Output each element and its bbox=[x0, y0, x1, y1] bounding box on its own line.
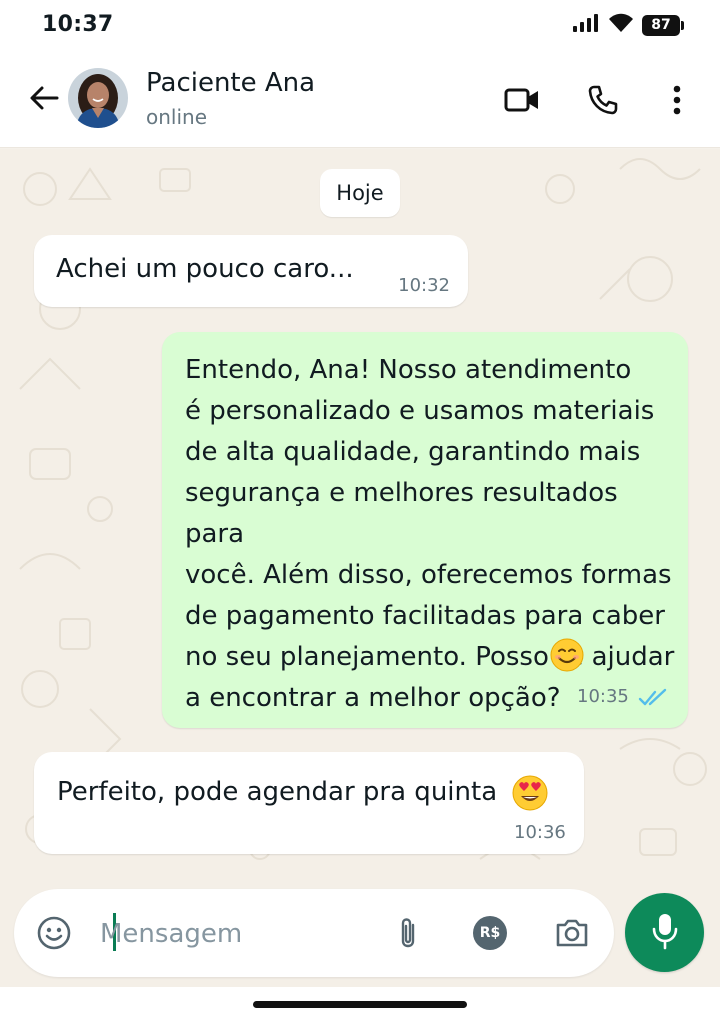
payment-badge-label: R$ bbox=[479, 925, 501, 941]
video-call-icon[interactable] bbox=[502, 80, 542, 120]
chat-header: Paciente Ana online bbox=[0, 52, 720, 148]
message-text: Perfeito, pode agendar pra quinta bbox=[57, 777, 498, 807]
message-time: 10:36 bbox=[514, 822, 566, 843]
smiling-face-emoji bbox=[550, 638, 584, 676]
attach-icon[interactable] bbox=[388, 913, 428, 953]
battery-icon: 87 bbox=[642, 14, 684, 36]
message-text: Entendo, Ana! Nosso atendimento é person… bbox=[185, 355, 675, 713]
message-time: 10:35 bbox=[577, 686, 629, 707]
date-chip: Hoje bbox=[320, 169, 400, 217]
contact-status: online bbox=[146, 105, 208, 129]
phone-icon[interactable] bbox=[583, 80, 623, 120]
home-indicator[interactable] bbox=[253, 1001, 467, 1008]
emoji-icon[interactable] bbox=[34, 913, 74, 953]
contact-name[interactable]: Paciente Ana bbox=[146, 68, 315, 98]
message-time: 10:32 bbox=[398, 275, 450, 296]
more-vert-icon[interactable] bbox=[657, 80, 697, 120]
read-double-check-icon bbox=[638, 688, 668, 712]
battery-level: 87 bbox=[651, 17, 671, 33]
status-time: 10:37 bbox=[42, 12, 114, 37]
message-incoming[interactable]: Achei um pouco caro... 10:32 bbox=[34, 235, 468, 307]
avatar[interactable] bbox=[68, 68, 128, 128]
payment-icon[interactable]: R$ bbox=[470, 913, 510, 953]
chat-area[interactable]: Hoje Achei um pouco caro... 10:32 Entend… bbox=[0, 149, 720, 889]
message-composer: R$ bbox=[14, 889, 614, 977]
mic-icon bbox=[651, 912, 679, 954]
message-text: Achei um pouco caro... bbox=[56, 254, 354, 284]
signal-icon bbox=[572, 13, 600, 37]
status-bar: 10:37 87 bbox=[0, 0, 720, 52]
camera-icon[interactable] bbox=[552, 913, 592, 953]
system-nav-bar bbox=[0, 987, 720, 1024]
wifi-icon bbox=[608, 13, 634, 37]
message-input[interactable] bbox=[100, 911, 380, 957]
back-arrow-icon[interactable] bbox=[26, 80, 62, 116]
composer-bar: R$ bbox=[0, 889, 720, 987]
message-outgoing[interactable]: Entendo, Ana! Nosso atendimento é person… bbox=[162, 332, 688, 728]
message-incoming[interactable]: Perfeito, pode agendar pra quinta 10:36 bbox=[34, 752, 584, 854]
status-icons: 87 bbox=[572, 13, 684, 37]
mic-button[interactable] bbox=[625, 893, 704, 972]
heart-eyes-emoji bbox=[512, 775, 548, 815]
